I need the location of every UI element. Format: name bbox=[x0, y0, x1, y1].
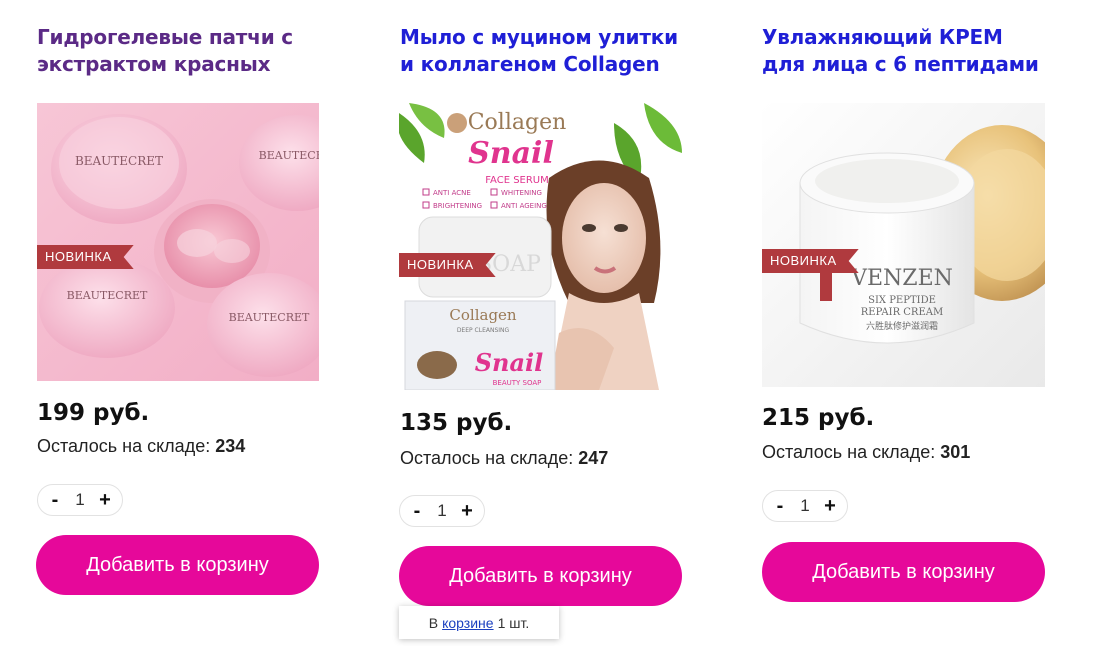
new-badge: НОВИНКА bbox=[399, 253, 496, 277]
product-card-1: Гидрогелевые патчи с экстрактом красных bbox=[37, 24, 320, 78]
stock-label: Осталось на складе: bbox=[762, 442, 936, 462]
quantity-value[interactable]: 1 bbox=[75, 490, 84, 510]
svg-text:六胜肽修护滋润霜: 六胜肽修护滋润霜 bbox=[866, 320, 938, 332]
cart-notification: В корзине 1 шт. bbox=[399, 606, 559, 639]
product-price: 135 руб. bbox=[400, 410, 513, 436]
product-card-2: Мыло с муцином улитки и коллагеном Colla… bbox=[400, 24, 683, 78]
svg-text:BEAUTECRET: BEAUTECRET bbox=[229, 311, 310, 324]
decrease-button[interactable]: - bbox=[771, 495, 789, 518]
svg-text:ANTI ACNE: ANTI ACNE bbox=[433, 189, 471, 197]
svg-text:WHITENING: WHITENING bbox=[501, 189, 542, 197]
svg-text:SIX PEPTIDE: SIX PEPTIDE bbox=[868, 295, 936, 306]
svg-text:BEAUTY SOAP: BEAUTY SOAP bbox=[493, 379, 542, 387]
product-card-3: Увлажняющий КРЕМ для лица с 6 пептидами bbox=[762, 24, 1045, 78]
svg-text:BRIGHTENING: BRIGHTENING bbox=[433, 202, 482, 210]
quantity-value[interactable]: 1 bbox=[800, 496, 809, 516]
svg-text:BEAUTECRET: BEAUTECRET bbox=[67, 289, 148, 302]
stock-label: Осталось на складе: bbox=[37, 436, 211, 456]
svg-text:Snail: Snail bbox=[475, 348, 544, 377]
cart-link[interactable]: корзине bbox=[442, 615, 493, 631]
increase-button[interactable]: + bbox=[458, 500, 476, 523]
stock-info: Осталось на складе: 301 bbox=[762, 442, 970, 463]
product-price: 215 руб. bbox=[762, 405, 875, 431]
stock-count: 247 bbox=[578, 448, 609, 468]
svg-text:Collagen: Collagen bbox=[449, 306, 517, 324]
stock-info: Осталось на складе: 234 bbox=[37, 436, 245, 457]
stock-info: Осталось на складе: 247 bbox=[400, 448, 608, 469]
svg-text:BEAUTECRET: BEAUTECRET bbox=[259, 149, 319, 162]
product-title[interactable]: Увлажняющий КРЕМ для лица с 6 пептидами bbox=[762, 24, 1045, 78]
quantity-value[interactable]: 1 bbox=[437, 501, 446, 521]
add-to-cart-button[interactable]: Добавить в корзину bbox=[36, 535, 319, 595]
decrease-button[interactable]: - bbox=[46, 489, 64, 512]
product-price: 199 руб. bbox=[37, 400, 150, 426]
stock-count: 301 bbox=[940, 442, 971, 462]
stock-count: 234 bbox=[215, 436, 246, 456]
product-image[interactable]: VENZEN SIX PEPTIDE REPAIR CREAM 六胜肽修护滋润霜… bbox=[762, 103, 1045, 387]
quantity-stepper: - 1 + bbox=[37, 484, 123, 516]
svg-text:DEEP CLEANSING: DEEP CLEANSING bbox=[457, 327, 510, 334]
add-to-cart-button[interactable]: Добавить в корзину bbox=[762, 542, 1045, 602]
svg-text:ANTI AGEING: ANTI AGEING bbox=[501, 202, 547, 210]
increase-button[interactable]: + bbox=[96, 489, 114, 512]
svg-text:FACE SERUM: FACE SERUM bbox=[485, 175, 549, 186]
snail-soap-photo: Collagen Snail FACE SERUM ANTI ACNE WHIT… bbox=[399, 103, 682, 390]
increase-button[interactable]: + bbox=[821, 495, 839, 518]
cart-note-prefix: В bbox=[428, 614, 439, 631]
product-title[interactable]: Гидрогелевые патчи с экстрактом красных bbox=[37, 24, 320, 78]
svg-text:Snail: Snail bbox=[468, 136, 554, 171]
svg-text:VENZEN: VENZEN bbox=[850, 266, 953, 291]
new-badge: НОВИНКА bbox=[762, 249, 859, 273]
patches-photo: BEAUTECRET BEAUTECRET BEAUTECRET BEAUTEC… bbox=[37, 103, 319, 381]
product-image[interactable]: Collagen Snail FACE SERUM ANTI ACNE WHIT… bbox=[399, 103, 682, 390]
product-image[interactable]: BEAUTECRET BEAUTECRET BEAUTECRET BEAUTEC… bbox=[37, 103, 319, 381]
cream-jar-photo: VENZEN SIX PEPTIDE REPAIR CREAM 六胜肽修护滋润霜 bbox=[762, 103, 1045, 387]
quantity-stepper: - 1 + bbox=[762, 490, 848, 522]
decrease-button[interactable]: - bbox=[408, 500, 426, 523]
add-to-cart-button[interactable]: Добавить в корзину bbox=[399, 546, 682, 606]
new-badge: НОВИНКА bbox=[37, 245, 134, 269]
cart-note-count: 1 шт. bbox=[497, 614, 530, 631]
svg-text:REPAIR CREAM: REPAIR CREAM bbox=[861, 307, 943, 318]
svg-text:BEAUTECRET: BEAUTECRET bbox=[75, 154, 163, 168]
quantity-stepper: - 1 + bbox=[399, 495, 485, 527]
stock-label: Осталось на складе: bbox=[400, 448, 574, 468]
product-title[interactable]: Мыло с муцином улитки и коллагеном Colla… bbox=[400, 24, 683, 78]
svg-text:Collagen: Collagen bbox=[468, 110, 567, 135]
